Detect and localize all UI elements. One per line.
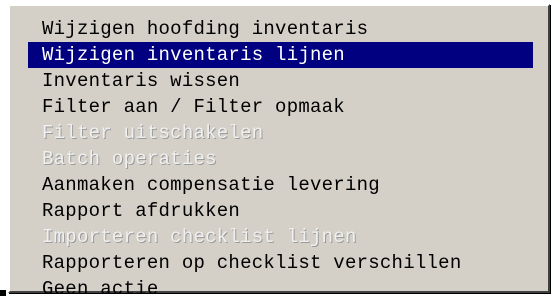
menu-item-rapport-afdrukken[interactable]: Rapport afdrukken xyxy=(28,198,533,224)
menu-item-filter-aan-opmaak[interactable]: Filter aan / Filter opmaak xyxy=(28,94,533,120)
menu-item-geen-actie[interactable]: Geen actie xyxy=(28,276,533,302)
popup-menu: Wijzigen hoofding inventaris Wijzigen in… xyxy=(8,4,550,300)
menu-item-inventaris-wissen[interactable]: Inventaris wissen xyxy=(28,68,533,94)
menu-item-aanmaken-compensatie-levering[interactable]: Aanmaken compensatie levering xyxy=(28,172,533,198)
menu-item-importeren-checklist-lijnen: Importeren checklist lijnen xyxy=(42,226,357,248)
menu-list: Wijzigen hoofding inventaris Wijzigen in… xyxy=(28,16,533,302)
menu-item-rapporteren-checklist-verschillen[interactable]: Rapporteren op checklist verschillen xyxy=(28,250,533,276)
window-corner-mark xyxy=(0,290,6,296)
menu-item-filter-uitschakelen: Filter uitschakelen xyxy=(42,122,264,144)
menu-item-batch-operaties: Batch operaties xyxy=(42,148,217,170)
menu-item-wijzigen-hoofding-inventaris[interactable]: Wijzigen hoofding inventaris xyxy=(28,16,533,42)
menu-item-wijzigen-inventaris-lijnen[interactable]: Wijzigen inventaris lijnen xyxy=(28,42,533,68)
